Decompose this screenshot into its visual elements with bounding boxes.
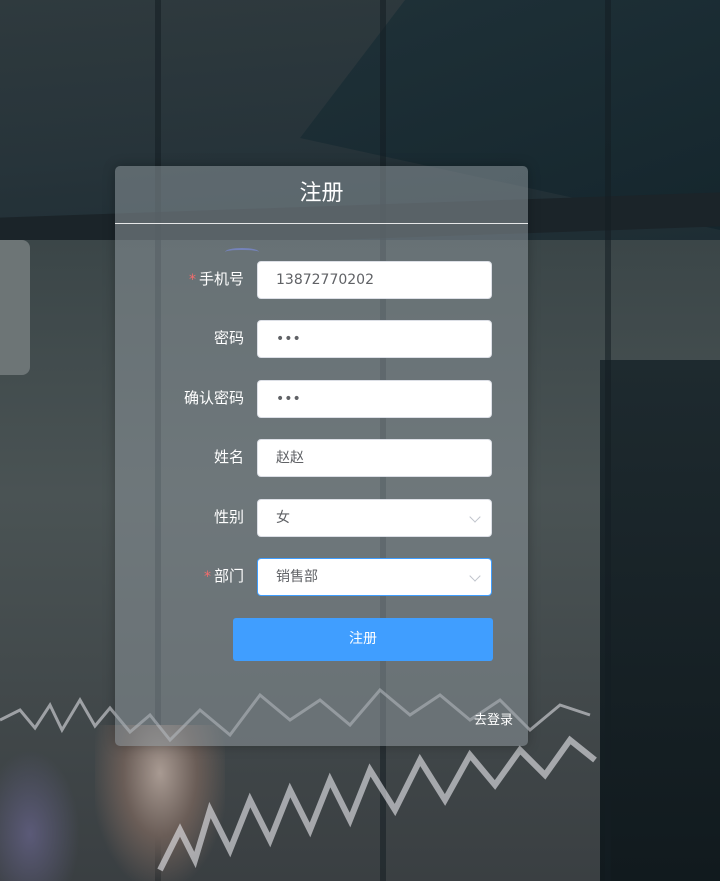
department-select-value: 销售部 xyxy=(276,569,318,585)
confirm-password-label: 确认密码 xyxy=(183,389,244,407)
register-title: 注册 xyxy=(115,166,528,224)
phone-row: * 手机号 13872770202 xyxy=(115,261,528,299)
gender-select[interactable]: 女 xyxy=(257,499,492,537)
register-button[interactable]: 注册 xyxy=(233,618,493,661)
password-row: 密码 ••• xyxy=(115,320,528,358)
department-label: * 部门 xyxy=(203,567,244,585)
gender-select-value: 女 xyxy=(276,510,290,526)
confirm-password-input[interactable]: ••• xyxy=(257,380,492,418)
register-card: 注册 * 手机号 13872770202 密码 ••• 确认密码 ••• 姓名 赵… xyxy=(115,166,528,746)
gender-row: 性别 女 xyxy=(115,499,528,537)
phone-label: * 手机号 xyxy=(188,270,244,288)
name-input[interactable]: 赵赵 xyxy=(257,439,492,477)
name-label: 姓名 xyxy=(213,448,244,466)
go-login-link[interactable]: 去登录 xyxy=(474,709,513,728)
chevron-down-icon xyxy=(469,511,481,523)
chevron-down-icon xyxy=(469,570,481,582)
gender-label: 性别 xyxy=(213,508,244,526)
phone-input[interactable]: 13872770202 xyxy=(257,261,492,299)
password-input[interactable]: ••• xyxy=(257,320,492,358)
password-label: 密码 xyxy=(213,329,244,347)
confirm-password-row: 确认密码 ••• xyxy=(115,380,528,418)
decorative-arc xyxy=(225,248,259,256)
name-row: 姓名 赵赵 xyxy=(115,439,528,477)
department-row: * 部门 销售部 xyxy=(115,558,528,596)
background-air-conditioner xyxy=(0,240,30,375)
department-select[interactable]: 销售部 xyxy=(257,558,492,596)
